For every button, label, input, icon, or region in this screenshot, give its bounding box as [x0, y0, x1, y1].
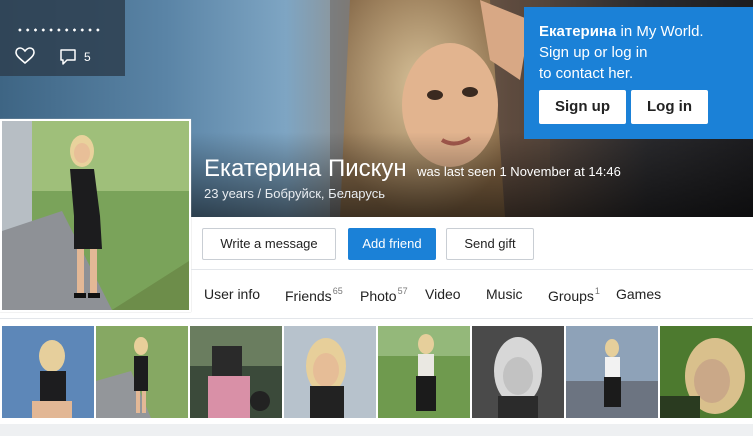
add-friend-button[interactable]: Add friend [348, 228, 436, 260]
signup-panel: Екатерина in My World. Sign up or log in… [524, 7, 753, 139]
bottom-bar [0, 424, 753, 436]
profile-name: Екатерина Пискун [204, 155, 407, 182]
signup-line2: Sign up or log in [539, 44, 648, 61]
tab-label: User info [204, 286, 261, 302]
log-in-button[interactable]: Log in [631, 90, 708, 124]
signup-line3: to contact her. [539, 65, 634, 82]
photo-thumbnail[interactable] [472, 326, 564, 418]
tab-photo[interactable]: Photo57 [360, 286, 408, 304]
tab-label: Video [425, 286, 461, 302]
stats-box: 5 [0, 0, 125, 76]
tab-label: Games [616, 286, 662, 302]
tab-user-info[interactable]: User info [204, 286, 260, 302]
tab-count: 57 [397, 286, 408, 296]
avatar-photo [2, 121, 189, 310]
divider [191, 269, 753, 270]
tab-friends[interactable]: Friends65 [285, 286, 343, 304]
photo-thumbnail[interactable] [284, 326, 376, 418]
signup-text: Екатерина in My World. Sign up or log in… [539, 21, 744, 84]
signup-user-name: Екатерина [539, 23, 617, 40]
avatar[interactable] [0, 119, 191, 312]
comment-count: 5 [84, 50, 91, 64]
tab-label: Groups [548, 288, 594, 304]
tab-music[interactable]: Music [486, 286, 523, 302]
divider [0, 318, 753, 319]
tab-label: Photo [360, 288, 397, 304]
last-seen: was last seen 1 November at 14:46 [417, 164, 621, 179]
profile-header: Екатерина Пискун was last seen 1 Novembe… [204, 155, 621, 183]
tab-video[interactable]: Video [425, 286, 461, 302]
tab-groups[interactable]: Groups1 [548, 286, 600, 304]
write-message-button[interactable]: Write a message [202, 228, 336, 260]
tab-label: Friends [285, 288, 332, 304]
photo-thumbnail[interactable] [96, 326, 188, 418]
rating-dots [16, 28, 102, 32]
photo-thumbnail[interactable] [2, 326, 94, 418]
tab-label: Music [486, 286, 523, 302]
photo-thumbnail[interactable] [378, 326, 470, 418]
photo-thumbnail[interactable] [566, 326, 658, 418]
photo-thumbnail[interactable] [190, 326, 282, 418]
sign-up-button[interactable]: Sign up [539, 90, 626, 124]
profile-location: 23 years / Бобруйск, Беларусь [204, 186, 386, 201]
comment-icon[interactable] [59, 48, 77, 66]
heart-icon[interactable] [15, 47, 35, 65]
tab-games[interactable]: Games [616, 286, 661, 302]
photo-thumbnail[interactable] [660, 326, 752, 418]
photo-strip [0, 326, 753, 418]
send-gift-button[interactable]: Send gift [446, 228, 534, 260]
signup-line1: in My World. [616, 23, 704, 40]
tab-count: 65 [332, 286, 343, 296]
tab-count: 1 [594, 286, 600, 296]
